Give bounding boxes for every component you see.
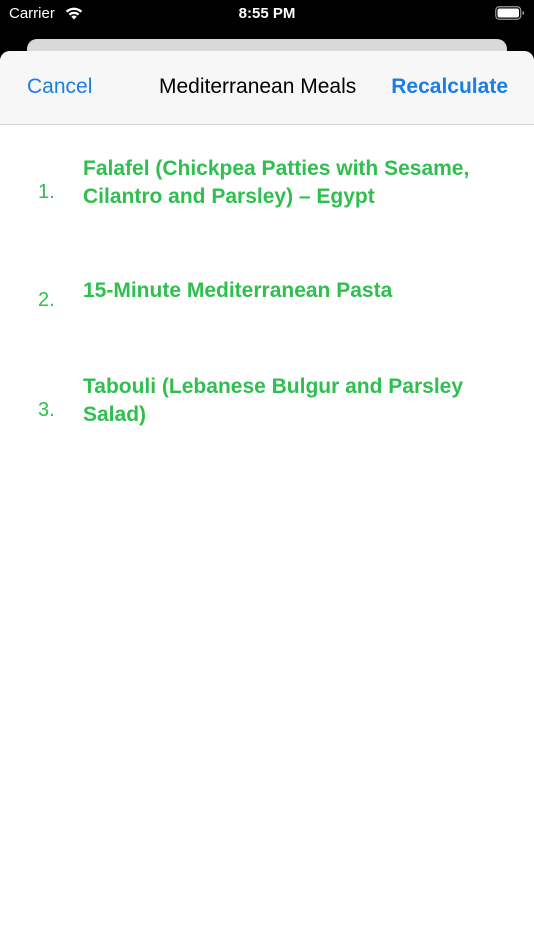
list-item[interactable]: 3. Tabouli (Lebanese Bulgur and Parsley … [0, 369, 534, 441]
battery-icon [495, 6, 525, 20]
meal-number: 1. [38, 181, 55, 203]
recalculate-button[interactable]: Recalculate [391, 75, 508, 99]
navigation-bar: Cancel Mediterranean Meals Recalculate [0, 51, 534, 125]
meal-number: 2. [38, 289, 55, 311]
meal-name: Tabouli (Lebanese Bulgur and Parsley Sal… [83, 375, 464, 426]
clock: 8:55 PM [238, 5, 296, 22]
cancel-button[interactable]: Cancel [27, 75, 92, 99]
meal-name: 15-Minute Mediterranean Pasta [83, 279, 393, 302]
meal-number: 3. [38, 399, 55, 421]
screen: Carrier 8:55 PM Cancel Mediterranean Mea… [0, 0, 534, 950]
modal-sheet: Cancel Mediterranean Meals Recalculate 1… [0, 51, 534, 950]
meal-name: Falafel (Chickpea Patties with Sesame, C… [83, 157, 470, 208]
page-title: Mediterranean Meals [159, 75, 357, 98]
list-item[interactable]: 1. Falafel (Chickpea Patties with Sesame… [0, 151, 534, 223]
status-bar: Carrier 8:55 PM [0, 0, 534, 30]
list-item[interactable]: 2. 15-Minute Mediterranean Pasta [0, 273, 534, 317]
